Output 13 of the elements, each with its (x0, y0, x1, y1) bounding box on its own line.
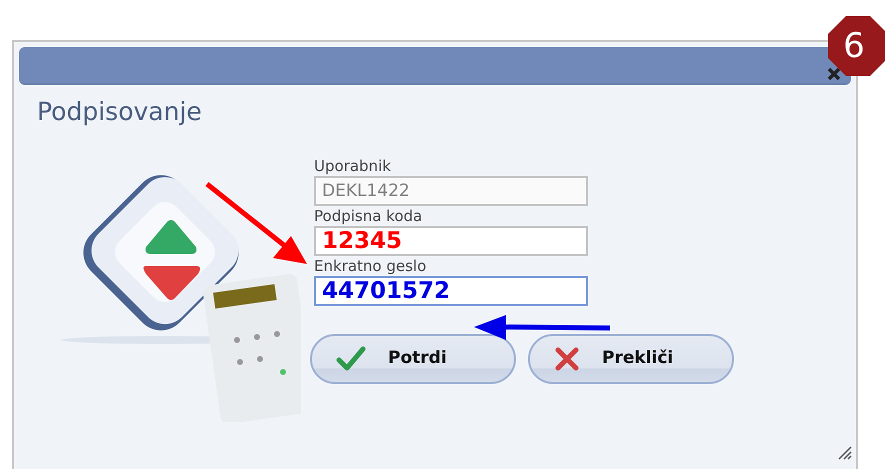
field-label: Uporabnik (314, 156, 392, 176)
resize-grip-icon (838, 446, 852, 460)
dialog-title: Podpisovanje (37, 99, 203, 124)
input-field[interactable]: 12345 (314, 226, 588, 256)
close-icon (554, 346, 580, 372)
check-icon (336, 346, 366, 372)
input-field[interactable]: 44701572 (314, 276, 588, 306)
field-label: Enkratno geslo (314, 256, 428, 276)
confirm-button[interactable]: Potrdi (310, 334, 516, 384)
field-label: Podpisna koda (314, 206, 424, 226)
step-badge: 6 (828, 16, 885, 76)
cancel-button[interactable]: Prekliči (528, 334, 734, 384)
close-icon[interactable] (827, 67, 841, 81)
